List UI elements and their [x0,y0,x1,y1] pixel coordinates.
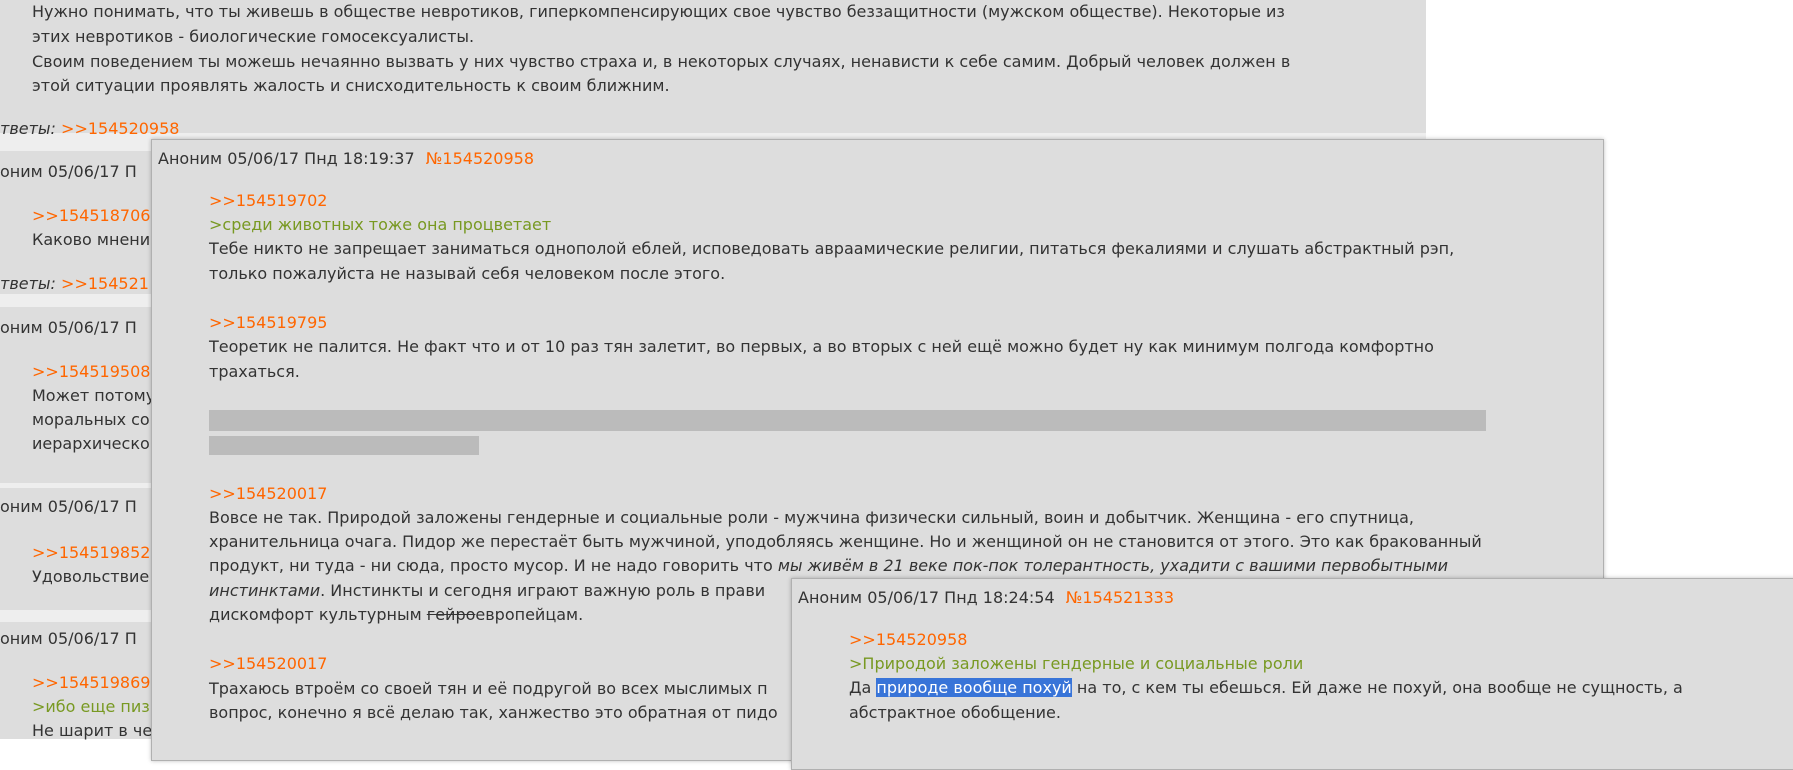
reply-link[interactable]: >>154520958 [849,628,967,653]
reply-link[interactable]: >>154520017 [209,652,327,677]
answer-link[interactable]: >>154521 [61,274,149,293]
post-datetime: 05/06/17 Пнд 18:24:54 [867,588,1055,607]
reply-link[interactable]: >>154519508 [32,359,150,384]
post-text-line: вопрос, конечно я всё делаю так, ханжест… [209,703,778,722]
answers-label: тветы: [0,119,56,138]
post-text-line: дискомфорт культурным гейроевропейцам. [209,603,583,628]
post-text-line: этой ситуации проявлять жалость и снисхо… [32,76,670,95]
reply-link[interactable]: >>154518706 [32,203,150,228]
text-plain: европейцам. [475,605,584,624]
greentext: >ибо еще пиз [32,697,150,716]
post-header: оним 05/06/17 П [0,497,137,516]
post-text-line: Не шарит в че [32,721,153,740]
post-text-line: только пожалуйста не называй себя челове… [209,264,726,283]
reply-link[interactable]: >>154520017 [209,482,327,507]
post-text-line: Своим поведением ты можешь нечаянно вызв… [32,52,1291,71]
post-text-line: инстинктами. Инстинкты и сегодня играют … [209,579,765,604]
greentext: >Природой заложены гендерные и социальны… [849,654,1304,673]
reply-link[interactable]: >>154519702 [209,189,327,214]
post-text-line: трахаться. [209,362,300,381]
reply-link[interactable]: >>154519852 [32,540,150,565]
post-text-line: Нужно понимать, что ты живешь в обществе… [32,2,1285,21]
text-plain: . Инстинкты и сегодня играют важную роль… [320,581,766,600]
post-header: оним 05/06/17 П [0,629,137,648]
post-text-line: продукт, ни туда - ни сюда, просто мусор… [209,554,1448,579]
post-text-line: Да природе вообще похуй на то, с кем ты … [849,676,1683,701]
post-text-line: абстрактное обобщение. [849,703,1061,722]
answers-row: тветы: >>154521 [0,271,149,296]
selected-text: природе вообще похуй [876,678,1072,697]
post-text-line: Каково мнени [32,230,151,249]
post-header: оним 05/06/17 П [0,318,137,337]
text-italic: инстинктами [209,581,321,600]
spoiler-block[interactable] [209,410,1486,431]
text-plain: продукт, ни туда - ни сюда, просто мусор… [209,556,778,575]
greentext: >среди животных тоже она процветает [209,215,552,234]
post-header: оним 05/06/17 П [0,162,137,181]
post-text-line: иерархическо [32,434,150,453]
post-text-line: Вовсе не так. Природой заложены гендерны… [209,508,1414,527]
text-plain: Да [849,678,877,697]
popup-header: Аноним 05/06/17 Пнд 18:24:54 №154521333 [798,587,1174,609]
text-strikethrough: гейро [426,605,476,624]
post-datetime: 05/06/17 Пнд 18:19:37 [227,149,415,168]
post-preview-popup[interactable]: Аноним 05/06/17 Пнд 18:24:54 №154521333 … [791,578,1793,770]
post-text-line: Удовольствие [32,567,150,586]
popup-header: Аноним 05/06/17 Пнд 18:19:37 №154520958 [158,148,534,170]
answers-label: тветы: [0,274,56,293]
post-author: Аноним [158,149,223,168]
text-italic: мы живём в 21 веке пок-пок толерантность… [777,556,1449,575]
post-text-line: Тебе никто не запрещает заниматься одноп… [209,239,1455,258]
post-text-line: Может потому [32,386,156,405]
post-number-link[interactable]: №154520958 [426,149,534,168]
post-text-line: Теоретик не палится. Не факт что и от 10… [209,337,1434,356]
post-text-line: этих невротиков - биологические гомосекс… [32,27,475,46]
reply-link[interactable]: >>154519795 [209,311,327,336]
reply-link[interactable]: >>154519869 [32,670,150,695]
answer-link[interactable]: >>154520958 [61,119,179,138]
text-plain: дискомфорт культурным [209,605,427,624]
post-text-line: хранительница очага. Пидор же перестаёт … [209,532,1482,551]
post-author: Аноним [798,588,863,607]
text-plain: на то, с кем ты ебешься. Ей даже не поху… [1071,678,1683,697]
background-post-top: Нужно понимать, что ты живешь в обществе… [0,0,1426,138]
post-number-link[interactable]: №154521333 [1066,588,1174,607]
answers-row: тветы: >>154520958 [0,116,179,141]
post-text-line: Трахаюсь втроём со своей тян и её подруг… [209,679,768,698]
spoiler-block[interactable] [209,436,479,455]
post-text-line: моральных со [32,410,150,429]
